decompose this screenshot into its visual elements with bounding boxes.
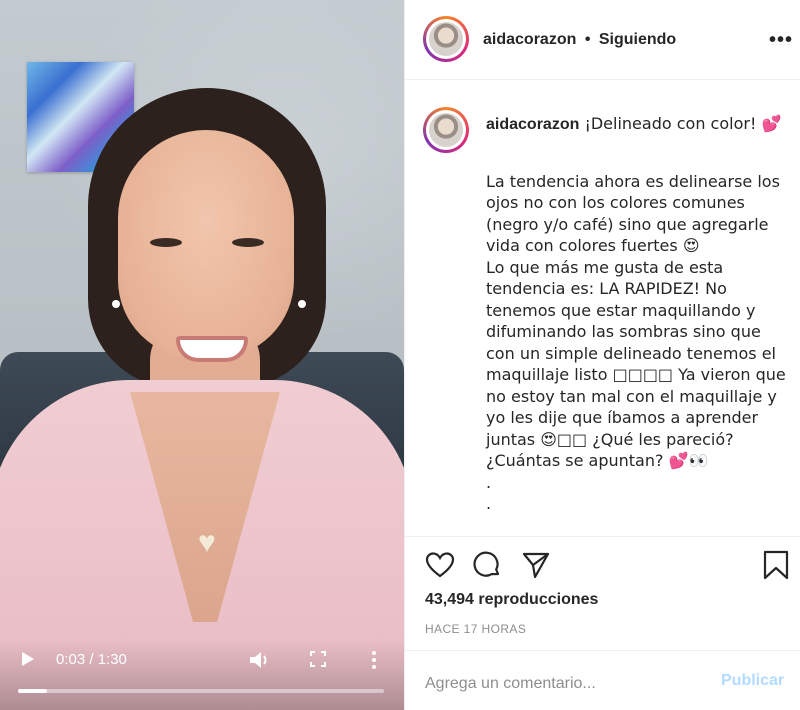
comment-input[interactable]: [425, 670, 715, 698]
post-timestamp[interactable]: HACE 17 HORAS: [425, 622, 526, 636]
video-progress-fill: [18, 689, 48, 693]
fullscreen-icon[interactable]: [310, 651, 326, 667]
right-earring: [298, 300, 306, 308]
caption-avatar[interactable]: [423, 107, 469, 153]
video-progress-bar[interactable]: [18, 689, 384, 693]
caption-body: La tendencia ahora es delinearse los ojo…: [486, 171, 786, 514]
volume-icon[interactable]: [250, 651, 270, 669]
heart-pendant: ♥: [198, 526, 216, 559]
video-time: 0:03 / 1:30: [56, 651, 127, 668]
person-face: [118, 130, 294, 358]
share-icon[interactable]: [521, 550, 551, 580]
caption-username[interactable]: aidacorazon: [486, 116, 579, 133]
smile: [176, 336, 248, 362]
post-panel: aidacorazon • Siguiendo ••• aidacorazon …: [404, 0, 800, 710]
play-icon[interactable]: [22, 652, 34, 666]
caption-title: ¡Delineado con color! 💕: [579, 114, 782, 133]
post-caption: aidacorazon ¡Delineado con color! 💕 La t…: [486, 113, 792, 515]
comment-icon[interactable]: [472, 550, 502, 580]
bookmark-icon[interactable]: [761, 550, 791, 580]
header-separator: •: [584, 31, 591, 48]
following-button[interactable]: Siguiendo: [599, 31, 676, 48]
more-vertical-icon[interactable]: [370, 650, 378, 670]
right-eye: [232, 238, 264, 247]
avatar[interactable]: [423, 16, 469, 62]
divider: [405, 650, 800, 651]
divider: [405, 536, 800, 537]
header-username[interactable]: aidacorazon: [483, 31, 576, 48]
video-player[interactable]: ♥ 0:03 / 1:30: [0, 0, 404, 710]
like-heart-icon[interactable]: [425, 550, 455, 580]
caption-first-line: aidacorazon ¡Delineado con color! 💕: [486, 113, 792, 136]
more-options-icon[interactable]: •••: [769, 30, 793, 50]
post-comment-button[interactable]: Publicar: [721, 672, 784, 690]
views-count[interactable]: 43,494 reproducciones: [425, 591, 598, 609]
left-earring: [112, 300, 120, 308]
left-eye: [150, 238, 182, 247]
post-header: aidacorazon • Siguiendo •••: [405, 0, 800, 80]
header-user-line: aidacorazon • Siguiendo: [483, 31, 676, 49]
